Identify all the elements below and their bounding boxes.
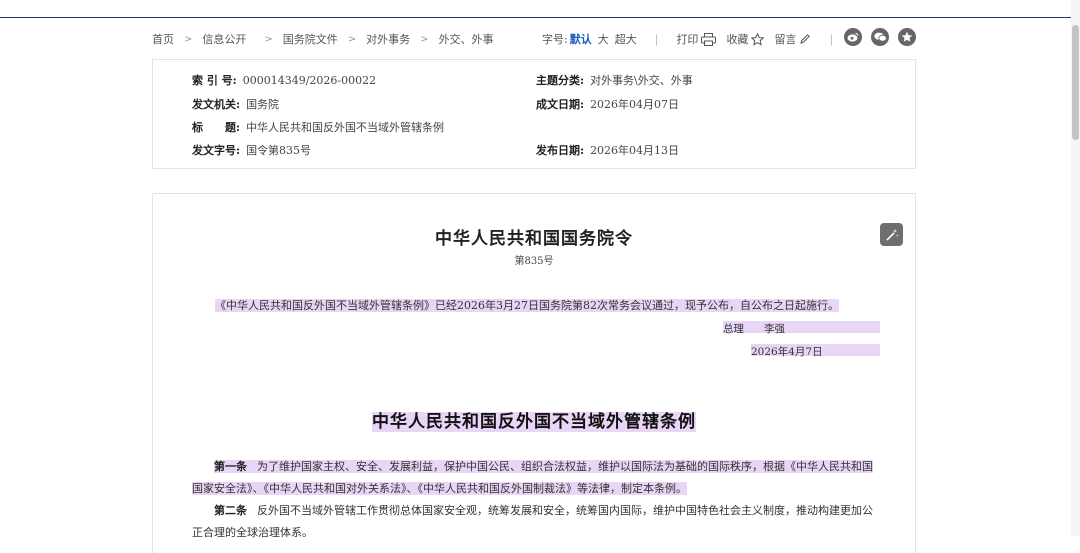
meta-index: 索 引 号: 000014349/2026-00022: [192, 72, 376, 88]
regulation-title-text: 中华人民共和国反外国不当域外管辖条例: [372, 412, 696, 432]
meta-doc-number-label: 发文字号:: [192, 144, 241, 157]
chevron-right-icon: >: [184, 33, 193, 45]
article-2-text: 反外国不当域外管辖工作贯彻总体国家安全观，统筹发展和安全，统筹国内国际，维护中国…: [192, 504, 873, 539]
meta-category-value: 对外事务\外交、外事: [590, 74, 693, 87]
scrollbar-thumb[interactable]: [1072, 25, 1079, 140]
meta-issuer: 发文机关: 国务院: [192, 96, 279, 112]
magic-wand-button[interactable]: [880, 223, 903, 246]
pencil-icon: [800, 34, 811, 44]
breadcrumb-foreign-affairs[interactable]: 对外事务: [366, 31, 410, 47]
meta-publish-date: 发布日期: 2026年04月13日: [536, 142, 679, 158]
print-label: 打印: [676, 33, 699, 46]
printer-icon: [701, 32, 717, 46]
article-1: 第一条 为了维护国家主权、安全、发展利益，保护中国公民、组织合法权益，维护以国际法…: [192, 456, 880, 500]
article-2-head: 第二条: [214, 504, 247, 517]
page-tools: 字号: 默认 大 超大 | 打印 收藏 留言 |: [542, 31, 851, 47]
meta-date-written: 成文日期: 2026年04月07日: [536, 96, 679, 112]
meta-doc-number-value: 国令第835号: [246, 144, 312, 157]
meta-doc-number: 发文字号: 国令第835号: [192, 142, 311, 158]
meta-date-written-value: 2026年04月07日: [590, 98, 680, 111]
meta-category: 主题分类: 对外事务\外交、外事: [536, 72, 693, 88]
wechat-icon[interactable]: [871, 28, 889, 46]
metadata-panel: 索 引 号: 000014349/2026-00022 主题分类: 对外事务\外交、…: [152, 59, 916, 169]
intro-text: 《中华人民共和国反外国不当域外管辖条例》已经2026年3月27日国务院第82次常…: [215, 299, 839, 312]
meta-publish-date-value: 2026年04月13日: [590, 144, 680, 157]
article-2: 第二条 反外国不当域外管辖工作贯彻总体国家安全观，统筹发展和安全，统筹国内国际，维…: [192, 500, 880, 544]
comment-button[interactable]: 留言: [774, 31, 811, 47]
sign-date: 2026年4月7日: [751, 344, 880, 358]
magic-wand-icon: [885, 228, 898, 241]
toolbar: 首页 > 信息公开 > 国务院文件 > 对外事务 > 外交、外事 字号: 默认 …: [152, 28, 922, 48]
meta-index-value: 000014349/2026-00022: [242, 74, 377, 87]
comment-label: 留言: [774, 33, 797, 46]
meta-date-written-label: 成文日期:: [536, 98, 585, 111]
intro-paragraph: 《中华人民共和国反外国不当域外管辖条例》已经2026年3月27日国务院第82次常…: [215, 297, 880, 313]
meta-title-value: 中华人民共和国反外国不当域外管辖条例: [246, 121, 445, 134]
font-size-label: 字号:: [542, 33, 568, 46]
signer-name: 李强: [764, 323, 785, 335]
weibo-icon[interactable]: [844, 28, 862, 46]
breadcrumb-home[interactable]: 首页: [152, 31, 174, 47]
star-outline-icon: [751, 32, 765, 46]
meta-index-label: 索 引 号:: [192, 74, 237, 87]
meta-title: 标 题: 中华人民共和国反外国不当域外管辖条例: [192, 119, 444, 135]
font-size-xlarge[interactable]: 超大: [615, 31, 637, 47]
signer-role: 总理: [723, 323, 744, 335]
article-1-head: 第一条: [214, 460, 247, 473]
chevron-right-icon: >: [420, 33, 429, 45]
document-card: 中华人民共和国国务院令 第835号 《中华人民共和国反外国不当域外管辖条例》已经…: [152, 193, 916, 553]
article-1-text: 为了维护国家主权、安全、发展利益，保护中国公民、组织合法权益，维护以国际法为基础…: [192, 460, 873, 495]
favorite-label: 收藏: [726, 33, 749, 46]
meta-title-label: 标 题:: [192, 121, 241, 134]
breadcrumb: 首页 > 信息公开 > 国务院文件 > 对外事务 > 外交、外事: [152, 31, 494, 47]
meta-category-label: 主题分类:: [536, 74, 585, 87]
breadcrumb-diplomacy[interactable]: 外交、外事: [439, 31, 494, 47]
toolbar-separator: |: [654, 32, 659, 46]
document-title: 中华人民共和国国务院令: [435, 229, 633, 249]
meta-issuer-value: 国务院: [246, 98, 280, 111]
chevron-right-icon: >: [347, 33, 357, 45]
font-size-large[interactable]: 大: [598, 31, 609, 47]
article-2-content: 第二条 反外国不当域外管辖工作贯彻总体国家安全观，统筹发展和安全，统筹国内国际，维…: [192, 504, 873, 539]
sign-date-text: 2026年4月7日: [751, 346, 823, 358]
document-number: 第835号: [514, 256, 554, 267]
header-divider: [0, 17, 1071, 18]
article-1-content: 第一条 为了维护国家主权、安全、发展利益，保护中国公民、组织合法权益，维护以国际法…: [192, 460, 873, 495]
scrollbar[interactable]: [1071, 0, 1080, 536]
regulation-title: 中华人民共和国反外国不当域外管辖条例: [153, 407, 915, 432]
chevron-right-icon: >: [264, 33, 273, 45]
meta-publish-date-label: 发布日期:: [536, 144, 585, 157]
share-icons: [844, 28, 925, 46]
breadcrumb-state-council-docs[interactable]: 国务院文件: [283, 31, 338, 47]
toolbar-separator: |: [829, 32, 834, 46]
star-icon[interactable]: [898, 28, 916, 46]
signer-line: 总理 李强: [723, 321, 880, 335]
meta-issuer-label: 发文机关:: [192, 98, 241, 111]
favorite-button[interactable]: 收藏: [726, 31, 765, 47]
font-size-default[interactable]: 默认: [570, 31, 592, 47]
breadcrumb-info-public[interactable]: 信息公开: [202, 31, 246, 47]
print-button[interactable]: 打印: [676, 31, 717, 47]
